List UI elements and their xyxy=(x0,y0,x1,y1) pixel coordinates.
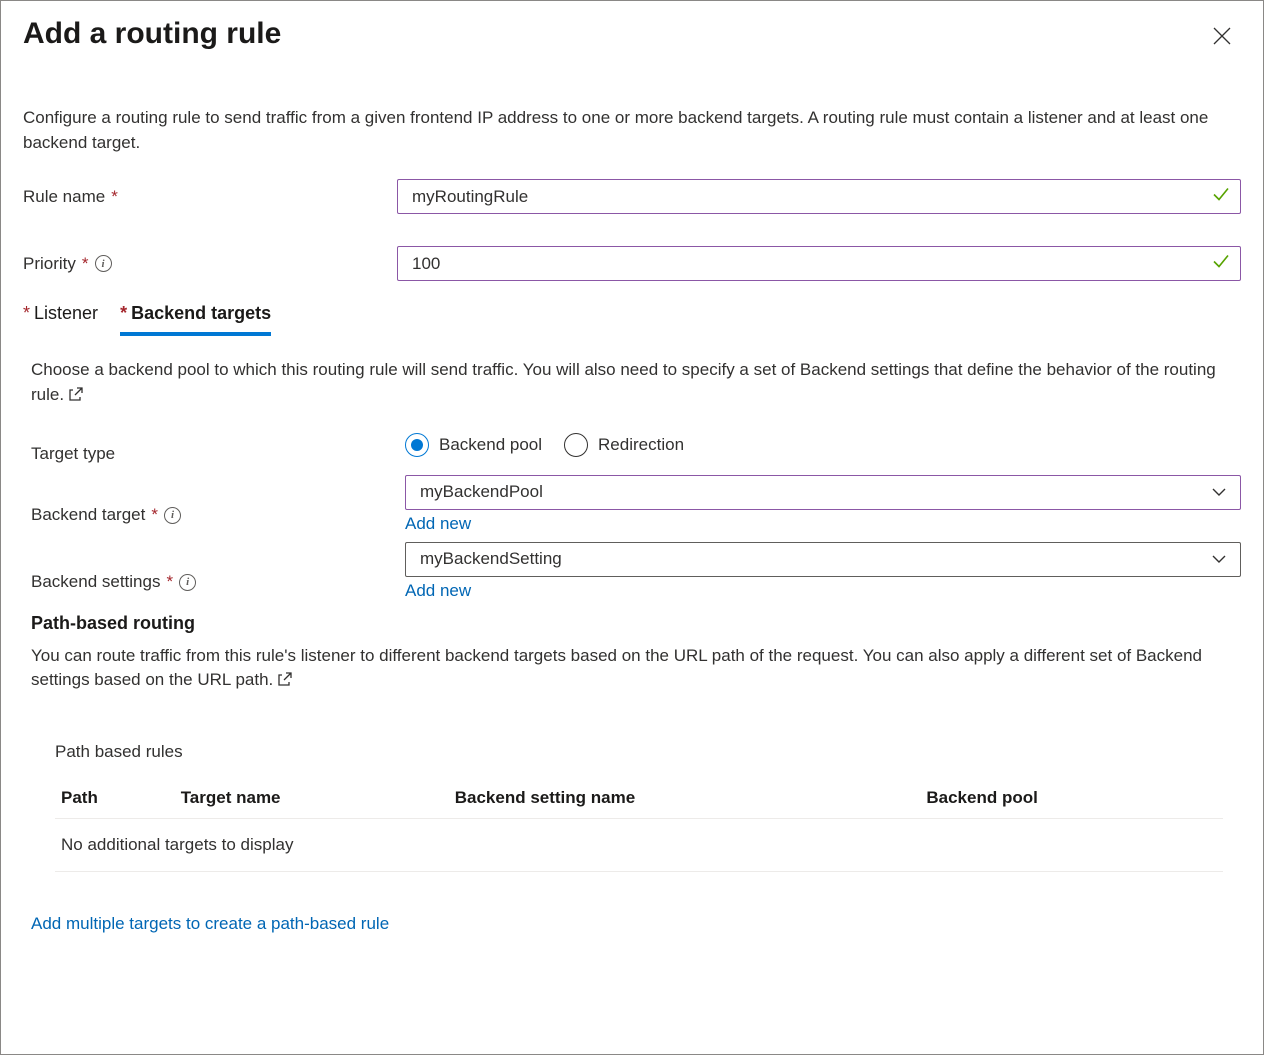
col-backend-setting-name[interactable]: Backend setting name xyxy=(449,778,921,819)
radio-label: Backend pool xyxy=(439,435,542,455)
radio-backend-pool[interactable]: Backend pool xyxy=(405,433,542,457)
required-indicator: * xyxy=(82,254,89,274)
checkmark-icon xyxy=(1211,184,1231,209)
tab-backend-targets[interactable]: * Backend targets xyxy=(120,299,271,336)
backend-intro: Choose a backend pool to which this rout… xyxy=(23,358,1241,408)
radio-icon xyxy=(564,433,588,457)
add-path-rule-link[interactable]: Add multiple targets to create a path-ba… xyxy=(31,914,1241,934)
table-row: No additional targets to display xyxy=(55,818,1223,871)
close-button[interactable] xyxy=(1213,27,1231,49)
path-routing-heading: Path-based routing xyxy=(31,613,1241,634)
backend-target-label: Backend target xyxy=(31,505,145,525)
path-rules-table: Path Target name Backend setting name Ba… xyxy=(55,778,1223,872)
info-icon[interactable]: i xyxy=(179,574,196,591)
col-backend-pool[interactable]: Backend pool xyxy=(920,778,1223,819)
tab-listener[interactable]: * Listener xyxy=(23,299,98,336)
chevron-down-icon xyxy=(1212,482,1226,502)
required-indicator: * xyxy=(120,303,127,324)
radio-label: Redirection xyxy=(598,435,684,455)
required-indicator: * xyxy=(166,572,173,592)
table-empty-msg: No additional targets to display xyxy=(55,818,1223,871)
tab-label: Backend targets xyxy=(131,303,271,324)
external-link-icon[interactable] xyxy=(69,384,83,409)
external-link-icon[interactable] xyxy=(278,669,292,694)
path-routing-text-span: You can route traffic from this rule's l… xyxy=(31,646,1202,690)
info-icon[interactable]: i xyxy=(164,507,181,524)
required-indicator: * xyxy=(23,303,30,324)
backend-settings-select[interactable]: myBackendSetting xyxy=(405,542,1241,577)
rule-name-label: Rule name xyxy=(23,187,105,207)
col-path[interactable]: Path xyxy=(55,778,175,819)
radio-icon xyxy=(405,433,429,457)
col-target-name[interactable]: Target name xyxy=(175,778,449,819)
path-routing-text: You can route traffic from this rule's l… xyxy=(23,644,1241,694)
required-indicator: * xyxy=(111,187,118,207)
priority-input[interactable] xyxy=(397,246,1241,281)
priority-label: Priority xyxy=(23,254,76,274)
page-description: Configure a routing rule to send traffic… xyxy=(23,106,1241,155)
info-icon[interactable]: i xyxy=(95,255,112,272)
target-type-label: Target type xyxy=(31,444,115,464)
add-new-backend-target-link[interactable]: Add new xyxy=(405,514,471,534)
backend-settings-label: Backend settings xyxy=(31,572,160,592)
checkmark-icon xyxy=(1211,251,1231,276)
required-indicator: * xyxy=(151,505,158,525)
page-title: Add a routing rule xyxy=(23,17,281,51)
close-icon xyxy=(1213,27,1231,45)
chevron-down-icon xyxy=(1212,549,1226,569)
radio-redirection[interactable]: Redirection xyxy=(564,433,684,457)
add-new-backend-settings-link[interactable]: Add new xyxy=(405,581,471,601)
backend-intro-text: Choose a backend pool to which this rout… xyxy=(31,360,1216,404)
rule-name-input[interactable] xyxy=(397,179,1241,214)
tab-label: Listener xyxy=(34,303,98,324)
backend-target-select[interactable]: myBackendPool xyxy=(405,475,1241,510)
select-value: myBackendPool xyxy=(420,482,543,502)
select-value: myBackendSetting xyxy=(420,549,562,569)
path-table-title: Path based rules xyxy=(55,742,1223,762)
tabs: * Listener * Backend targets xyxy=(23,299,1241,336)
